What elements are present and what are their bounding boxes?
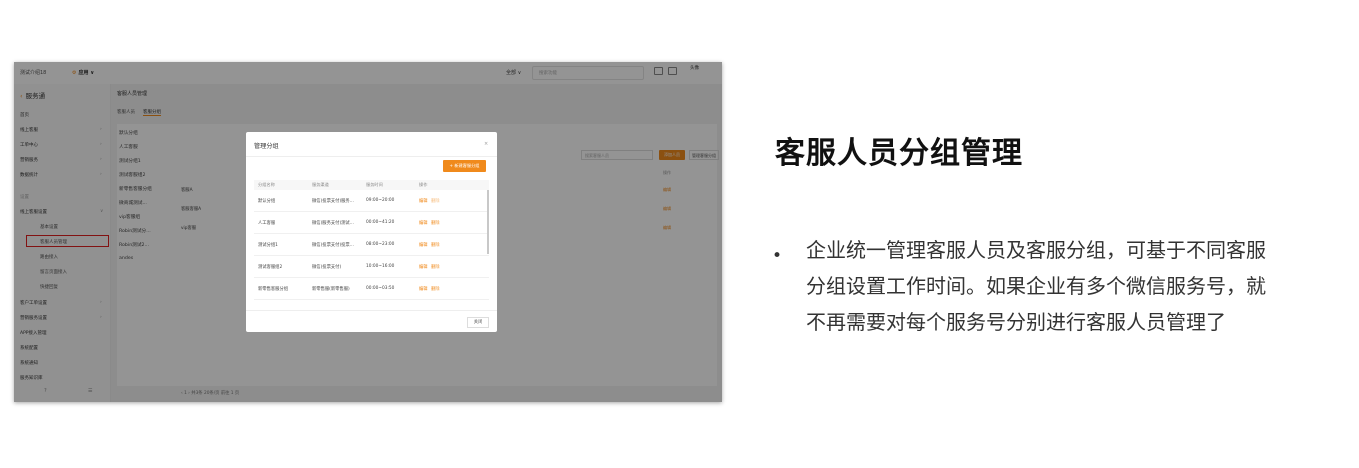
- description-line: 企业统一管理客服人员及客服分组，可基于不同客服: [806, 238, 1266, 262]
- service-time: 09:00~20:00: [366, 198, 395, 203]
- edit-link[interactable]: 编辑: [419, 198, 428, 204]
- table-header: 分组名称 服务渠道 服务时间 操作: [254, 180, 489, 190]
- service-channel: 微信(服务支付)测试...: [312, 221, 354, 226]
- section-heading: 客服人员分组管理: [775, 136, 1023, 171]
- service-time: 00:00~41:20: [366, 220, 395, 225]
- delete-link[interactable]: 删除: [431, 264, 440, 270]
- group-name: 测试分组1: [258, 243, 278, 248]
- delete-link[interactable]: 删除: [431, 220, 440, 226]
- description-line: 不再需要对每个服务号分别进行客服人员管理了: [806, 310, 1226, 334]
- service-time: 08:00~23:00: [366, 242, 395, 247]
- close-icon[interactable]: ×: [484, 141, 488, 147]
- table-row: 测试客服组2 微信(投票支付) 10:00~16:00 编辑 删除: [254, 256, 489, 278]
- divider: [246, 310, 497, 311]
- dialog-title: 管理分组: [254, 143, 279, 150]
- service-time: 00:00~03:50: [366, 286, 395, 291]
- service-channel: 微信(投票支付): [312, 265, 342, 270]
- edit-link[interactable]: 编辑: [419, 286, 428, 292]
- bullet-icon: •: [772, 246, 783, 266]
- column-header: 操作: [419, 182, 428, 187]
- close-button[interactable]: 关闭: [467, 317, 489, 328]
- delete-link[interactable]: 删除: [431, 198, 440, 204]
- edit-link[interactable]: 编辑: [419, 220, 428, 226]
- group-name: 人工客服: [258, 221, 276, 226]
- service-channel: 微信(投票支付)服务...: [312, 199, 354, 204]
- delete-link[interactable]: 删除: [431, 242, 440, 248]
- group-name: 测试客服组2: [258, 265, 283, 270]
- service-time: 10:00~16:00: [366, 264, 395, 269]
- table-row: 默认分组 微信(投票支付)服务... 09:00~20:00 编辑 删除: [254, 190, 489, 212]
- service-channel: 微信(投票支付)投票...: [312, 243, 354, 248]
- feature-description: 企业统一管理客服人员及客服分组，可基于不同客服 分组设置工作时间。如果企业有多个…: [806, 232, 1336, 340]
- group-name: 新零售客服分组: [258, 287, 289, 292]
- scrollbar[interactable]: [487, 190, 489, 254]
- column-header: 分组名称: [258, 182, 275, 187]
- table-row: 人工客服 微信(服务支付)测试... 00:00~41:20 编辑 删除: [254, 212, 489, 234]
- new-group-button[interactable]: + 新建客服分组: [443, 160, 486, 172]
- table-row: 测试分组1 微信(投票支付)投票... 08:00~23:00 编辑 删除: [254, 234, 489, 256]
- group-name: 默认分组: [258, 199, 276, 204]
- column-header: 服务渠道: [312, 182, 329, 187]
- delete-link[interactable]: 删除: [431, 286, 440, 292]
- manage-groups-dialog: 管理分组 × + 新建客服分组 分组名称 服务渠道 服务时间 操作 默认分组 微…: [246, 132, 497, 332]
- service-channel: 新零售服(新零售服): [312, 287, 350, 292]
- product-screenshot: 测试介绍18 ⚙ 应用 ∨ 全部 ∨ 搜索功能 头像 ‹ 服务通 首页 线上客服 ›…: [14, 62, 722, 402]
- table-row: 新零售客服分组 新零售服(新零售服) 00:00~03:50 编辑 删除: [254, 278, 489, 300]
- edit-link[interactable]: 编辑: [419, 264, 428, 270]
- column-header: 服务时间: [366, 182, 383, 187]
- description-line: 分组设置工作时间。如果企业有多个微信服务号，就: [806, 274, 1266, 298]
- divider: [246, 156, 497, 157]
- edit-link[interactable]: 编辑: [419, 242, 428, 248]
